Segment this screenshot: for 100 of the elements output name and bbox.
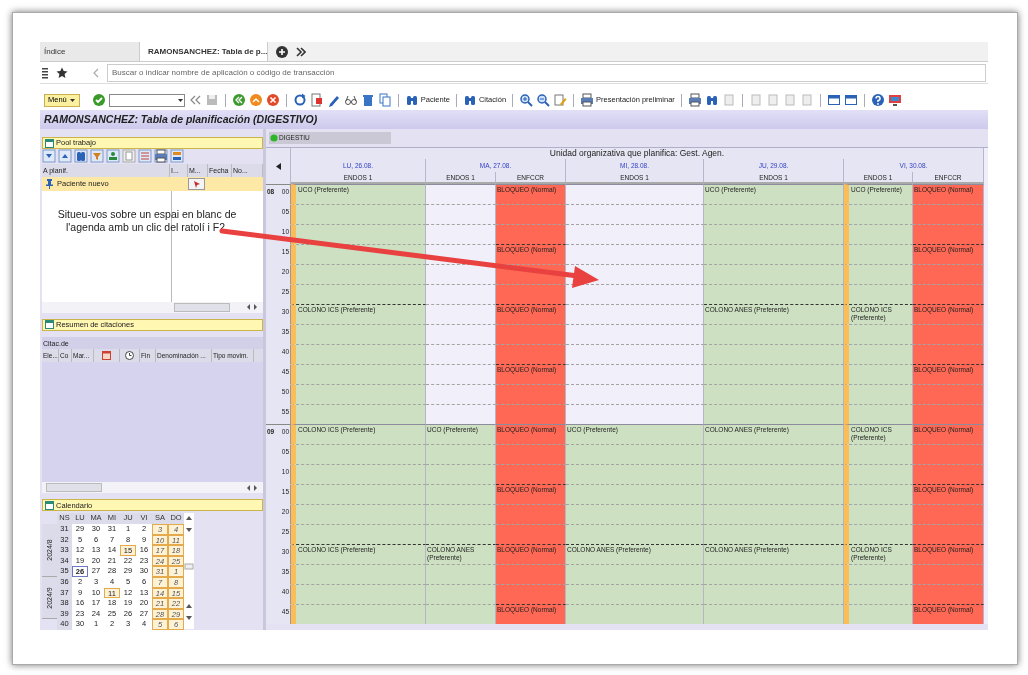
time-slot[interactable] (566, 184, 704, 204)
printer-icon[interactable] (687, 93, 702, 107)
time-slot[interactable] (844, 344, 913, 364)
time-slot[interactable] (566, 384, 704, 404)
time-slot[interactable] (291, 364, 426, 384)
time-slot[interactable] (704, 444, 844, 464)
time-slot[interactable] (566, 204, 704, 224)
time-slot[interactable] (426, 344, 496, 364)
time-slot[interactable] (566, 404, 704, 424)
time-slot[interactable] (426, 304, 496, 324)
layout-icon[interactable] (170, 149, 184, 164)
time-slot[interactable] (566, 324, 704, 344)
collapse-icon[interactable] (58, 149, 72, 164)
page-icon[interactable] (765, 93, 780, 107)
save-icon[interactable] (204, 93, 219, 107)
tab[interactable]: RAMONSANCHEZ: Tabla de p... (140, 42, 268, 61)
time-slot[interactable] (704, 504, 844, 524)
time-slot[interactable] (704, 284, 844, 304)
calendar-icon[interactable] (102, 351, 111, 361)
time-slot[interactable] (704, 364, 844, 384)
time-slot[interactable] (844, 384, 913, 404)
time-slot[interactable] (426, 504, 496, 524)
time-slot[interactable] (566, 484, 704, 504)
person-icon[interactable] (106, 149, 120, 164)
time-slot[interactable] (844, 224, 913, 244)
time-slot[interactable] (566, 244, 704, 264)
time-slot[interactable] (426, 204, 496, 224)
command-field[interactable]: Buscar o indicar nombre de aplicación o código de transacción (107, 63, 986, 82)
time-slot[interactable] (704, 404, 844, 424)
expand-icon[interactable] (42, 149, 56, 164)
double-chevron-icon[interactable] (296, 46, 306, 57)
time-slot[interactable] (566, 464, 704, 484)
time-slot[interactable] (704, 464, 844, 484)
time-slot[interactable] (426, 584, 496, 604)
time-slot[interactable] (844, 564, 913, 584)
window-icon[interactable] (826, 93, 841, 107)
clock-icon[interactable] (125, 351, 134, 361)
time-slot[interactable] (291, 404, 426, 424)
command-dropdown[interactable] (108, 93, 185, 107)
time-slot[interactable] (844, 604, 913, 624)
time-slot[interactable] (704, 384, 844, 404)
time-slot[interactable] (704, 324, 844, 344)
time-slot[interactable] (426, 484, 496, 504)
time-slot[interactable] (291, 604, 426, 624)
page-icon[interactable] (799, 93, 814, 107)
scrollbar-drawing[interactable] (184, 513, 194, 630)
monitor-icon[interactable] (887, 93, 902, 107)
time-slot[interactable] (704, 584, 844, 604)
time-slot[interactable] (291, 284, 426, 304)
time-slot[interactable] (291, 584, 426, 604)
page-icon[interactable] (782, 93, 797, 107)
time-slot[interactable] (426, 604, 496, 624)
window-icon[interactable] (843, 93, 858, 107)
time-slot[interactable] (704, 524, 844, 544)
time-slot[interactable] (291, 464, 426, 484)
time-slot[interactable] (844, 504, 913, 524)
time-slot[interactable] (291, 344, 426, 364)
time-slot[interactable] (291, 324, 426, 344)
scroll-arrows-icon[interactable] (245, 483, 259, 492)
time-slot[interactable] (844, 484, 913, 504)
time-slot[interactable] (566, 584, 704, 604)
time-slot[interactable] (844, 464, 913, 484)
filter-icon[interactable] (90, 149, 104, 164)
time-slot[interactable] (426, 524, 496, 544)
add-icon[interactable] (276, 45, 288, 58)
time-slot[interactable] (426, 264, 496, 284)
zoom-in-icon[interactable] (519, 93, 534, 107)
time-slot[interactable] (291, 484, 426, 504)
time-slot[interactable] (844, 284, 913, 304)
help-icon[interactable] (870, 93, 885, 107)
time-slot[interactable] (426, 564, 496, 584)
document-icon[interactable] (122, 149, 136, 164)
time-slot[interactable] (291, 204, 426, 224)
star-icon[interactable] (56, 66, 68, 79)
document-icon[interactable] (309, 93, 324, 107)
refresh-icon[interactable] (292, 93, 307, 107)
time-slot[interactable] (704, 264, 844, 284)
time-slot[interactable] (844, 324, 913, 344)
time-slot[interactable] (844, 404, 913, 424)
collapse-arrow-icon[interactable] (275, 162, 281, 170)
time-slot[interactable] (566, 284, 704, 304)
zoom-out-icon[interactable] (536, 93, 551, 107)
time-slot[interactable] (566, 344, 704, 364)
time-slot[interactable] (704, 204, 844, 224)
time-slot[interactable] (844, 264, 913, 284)
detail-button[interactable] (188, 177, 205, 190)
time-slot[interactable] (426, 364, 496, 384)
time-slot[interactable] (291, 384, 426, 404)
scroll-arrows-icon[interactable] (245, 303, 259, 312)
time-slot[interactable] (704, 484, 844, 504)
time-slot[interactable] (844, 584, 913, 604)
time-slot[interactable] (291, 444, 426, 464)
time-slot[interactable] (704, 244, 844, 264)
time-slot[interactable] (426, 444, 496, 464)
time-slot[interactable] (566, 604, 704, 624)
time-slot[interactable] (566, 524, 704, 544)
cancel-icon[interactable] (265, 93, 280, 107)
time-slot[interactable] (704, 564, 844, 584)
time-slot[interactable] (426, 384, 496, 404)
time-slot[interactable] (566, 364, 704, 384)
